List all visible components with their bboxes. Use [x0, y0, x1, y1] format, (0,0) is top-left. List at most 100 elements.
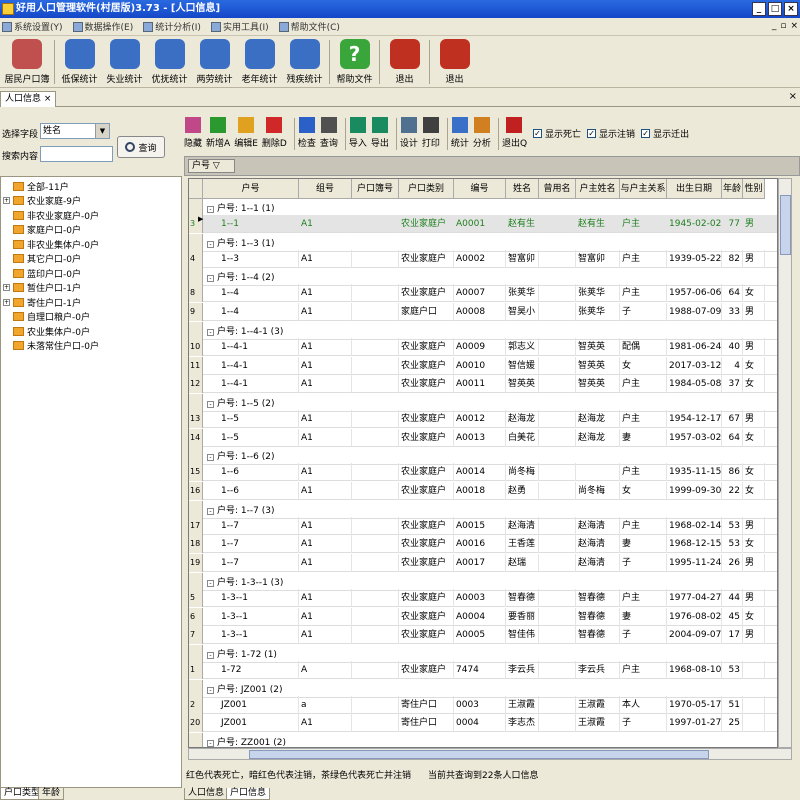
- table-cell[interactable]: 1--6: [219, 463, 299, 482]
- column-header[interactable]: 曾用名: [539, 179, 576, 199]
- table-cell[interactable]: [539, 409, 576, 428]
- column-header[interactable]: 编号: [454, 179, 506, 199]
- table-cell[interactable]: [539, 588, 576, 607]
- table-row[interactable]: 6 1-3--1 A1 农业家庭户 A0004 要香丽 智春德妻 1976-08-02 45 女: [189, 607, 777, 626]
- table-cell[interactable]: [352, 356, 399, 375]
- tab-household-info[interactable]: 户口信息: [226, 788, 271, 800]
- table-cell[interactable]: 智英英: [506, 375, 539, 394]
- table-cell[interactable]: 户主: [620, 588, 667, 607]
- grid-button-5[interactable]: 查询: [320, 115, 338, 153]
- grid-button-1[interactable]: 新增A: [206, 115, 230, 153]
- table-cell[interactable]: A1: [299, 516, 352, 535]
- table-cell[interactable]: 赵勇: [506, 482, 539, 500]
- table-cell[interactable]: [539, 607, 576, 626]
- minimize-button[interactable]: _: [752, 2, 766, 16]
- grid-button-12[interactable]: 退出Q: [502, 115, 527, 153]
- close-icon[interactable]: ×: [44, 94, 52, 104]
- table-cell[interactable]: 子: [620, 303, 667, 322]
- table-cell[interactable]: 智春德: [576, 588, 620, 607]
- tree-node[interactable]: 农业集体户-0户: [3, 324, 90, 338]
- elderly-stats-button[interactable]: 老年统计: [237, 36, 282, 86]
- table-cell[interactable]: A0008: [454, 303, 506, 322]
- group-chip[interactable]: 户号 ▽: [188, 159, 235, 173]
- table-cell[interactable]: 赵海清: [576, 516, 620, 535]
- table-cell[interactable]: [743, 714, 765, 733]
- table-cell[interactable]: 1995-11-24: [667, 554, 722, 573]
- table-cell[interactable]: A1: [299, 284, 352, 303]
- table-cell[interactable]: 智英英: [576, 375, 620, 394]
- table-cell[interactable]: 1939-05-22: [667, 249, 722, 268]
- table-cell[interactable]: [743, 660, 765, 679]
- table-cell[interactable]: JZ001: [219, 714, 299, 733]
- table-cell[interactable]: A0012: [454, 409, 506, 428]
- table-cell[interactable]: 户主: [620, 516, 667, 535]
- table-cell[interactable]: 1-3--1: [219, 588, 299, 607]
- table-cell[interactable]: 2017-03-12: [667, 356, 722, 375]
- table-cell[interactable]: [352, 284, 399, 303]
- collapse-icon[interactable]: -: [207, 579, 214, 587]
- table-cell[interactable]: 1976-08-02: [667, 607, 722, 626]
- table-cell[interactable]: 户主: [620, 284, 667, 303]
- table-cell[interactable]: 22: [722, 482, 743, 500]
- help-file-button[interactable]: ? 帮助文件: [332, 36, 377, 86]
- table-cell[interactable]: 1988-07-09: [667, 303, 722, 322]
- table-cell[interactable]: [539, 303, 576, 322]
- group-row[interactable]: - 户号: ZZ001 (2): [189, 733, 777, 747]
- grid-button-4[interactable]: 检查: [298, 115, 316, 153]
- check-icon[interactable]: ✓: [533, 129, 543, 138]
- table-cell[interactable]: 赵海龙: [506, 409, 539, 428]
- column-header[interactable]: 组号: [299, 179, 352, 199]
- table-cell[interactable]: [539, 356, 576, 375]
- grid-button-9[interactable]: 打印: [422, 115, 440, 153]
- check-icon[interactable]: ✓: [641, 129, 651, 138]
- table-cell[interactable]: 53: [722, 660, 743, 679]
- scroll-thumb[interactable]: [780, 195, 791, 255]
- row-number[interactable]: 13: [189, 409, 203, 428]
- checkbox-2[interactable]: ✓ 显示迁出: [641, 127, 689, 140]
- table-cell[interactable]: 25: [722, 714, 743, 733]
- table-cell[interactable]: 户主: [620, 215, 667, 233]
- table-cell[interactable]: 赵有生: [576, 215, 620, 233]
- row-number[interactable]: 1: [189, 660, 203, 679]
- table-cell[interactable]: 赵海清: [576, 535, 620, 554]
- tab-age[interactable]: 年龄: [38, 788, 65, 800]
- table-cell[interactable]: 农业家庭户: [399, 482, 454, 500]
- table-row[interactable]: 16 1--6 A1 农业家庭户 A0018 赵勇 尚冬梅女 1999-09-30 22 女: [189, 482, 777, 500]
- table-cell[interactable]: 智英英: [576, 356, 620, 375]
- table-cell[interactable]: 男: [743, 516, 765, 535]
- field-select[interactable]: 姓名 ▼: [40, 123, 110, 139]
- table-cell[interactable]: A0014: [454, 463, 506, 482]
- population-grid[interactable]: 户号 组号 户口簿号 户口类别 编号 姓名 曾用名 户主姓名 与户主关系 出生日期 年龄 性别 - 户号:…: [188, 178, 778, 748]
- table-cell[interactable]: 张荚华: [576, 303, 620, 322]
- table-cell[interactable]: A0011: [454, 375, 506, 394]
- table-cell[interactable]: 女: [743, 463, 765, 482]
- table-row[interactable]: 19 1--7 A1 农业家庭户 A0017 赵瑞 赵海清子 1995-11-24 26 男: [189, 554, 777, 573]
- table-cell[interactable]: 7474: [454, 660, 506, 679]
- table-cell[interactable]: 妻: [620, 607, 667, 626]
- tree-node[interactable]: + 暂住户口-1户: [3, 281, 81, 295]
- table-cell[interactable]: 尚冬梅: [506, 463, 539, 482]
- table-cell[interactable]: 农业家庭户: [399, 284, 454, 303]
- table-cell[interactable]: 1--7: [219, 516, 299, 535]
- column-header[interactable]: 年龄: [722, 179, 743, 199]
- table-cell[interactable]: 1-3--1: [219, 626, 299, 645]
- row-number[interactable]: 16: [189, 482, 203, 500]
- table-cell[interactable]: 1--6: [219, 482, 299, 500]
- table-cell[interactable]: A0010: [454, 356, 506, 375]
- table-cell[interactable]: 农业家庭户: [399, 626, 454, 645]
- row-number[interactable]: 18: [189, 535, 203, 554]
- table-cell[interactable]: 男: [743, 249, 765, 268]
- table-cell[interactable]: [539, 463, 576, 482]
- expand-icon[interactable]: +: [3, 284, 10, 291]
- table-cell[interactable]: A1: [299, 607, 352, 626]
- table-cell[interactable]: 40: [722, 337, 743, 356]
- table-cell[interactable]: 1--5: [219, 409, 299, 428]
- row-number[interactable]: 12: [189, 375, 203, 394]
- query-button[interactable]: 查询: [117, 136, 165, 158]
- table-row[interactable]: 8 1--4 A1 农业家庭户 A0007 张荚华 张荚华 户主 1957-06-06 64 女: [189, 284, 777, 303]
- table-cell[interactable]: 男: [743, 337, 765, 356]
- table-cell[interactable]: 男: [743, 554, 765, 573]
- table-cell[interactable]: 45: [722, 607, 743, 626]
- row-number[interactable]: 20: [189, 714, 203, 733]
- table-cell[interactable]: 农业家庭户: [399, 535, 454, 554]
